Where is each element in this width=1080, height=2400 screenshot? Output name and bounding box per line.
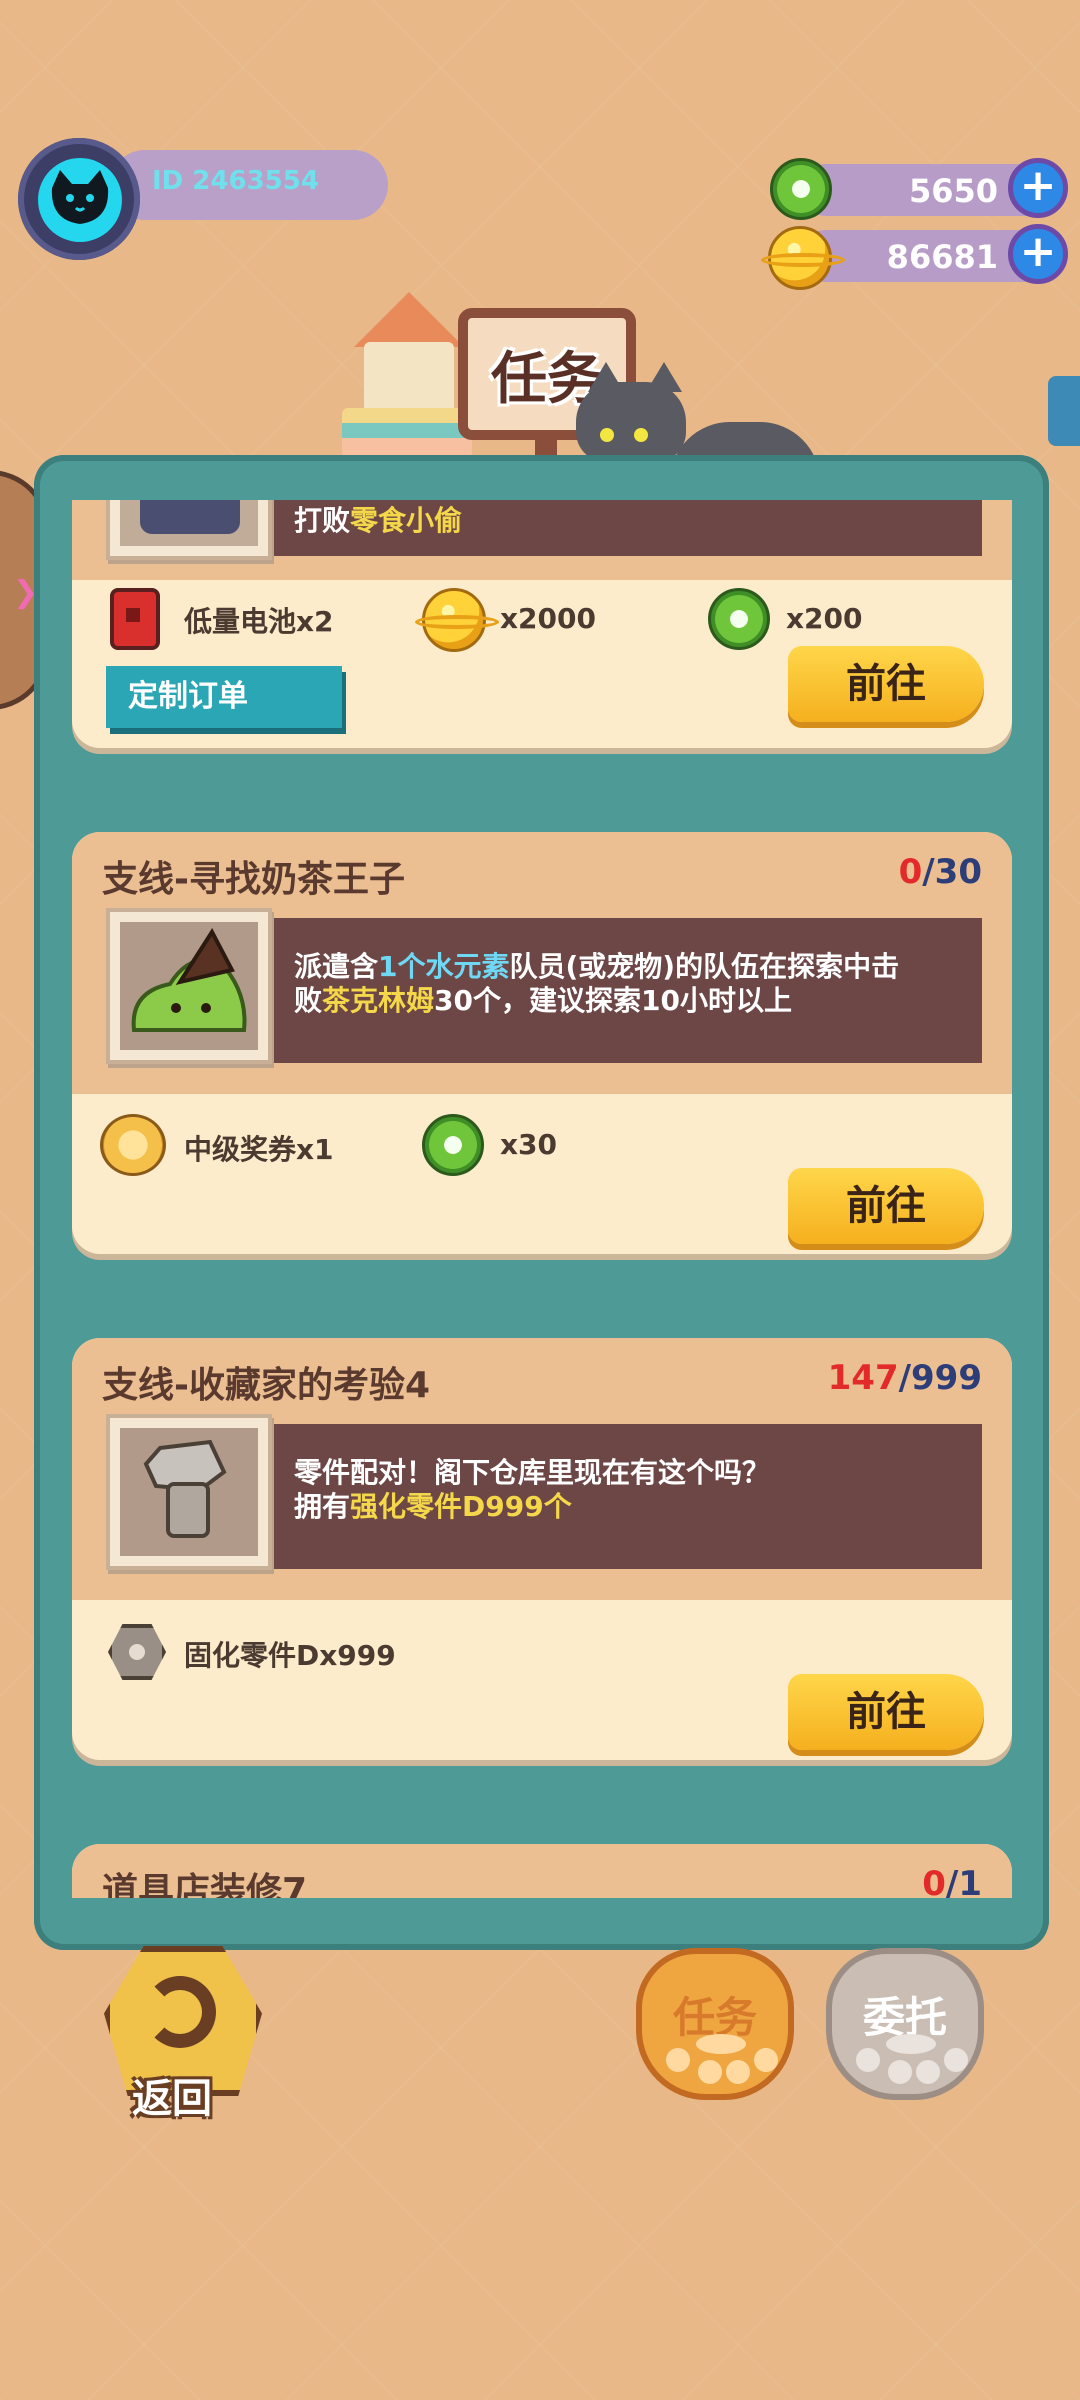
back-label: 返回 bbox=[132, 2076, 212, 2122]
thief-icon bbox=[140, 500, 240, 534]
reward-gold: x2000 bbox=[500, 602, 596, 635]
task-title: 道具店装修7 bbox=[102, 1871, 308, 1898]
task-image bbox=[106, 908, 272, 1064]
green-currency-value: 5650 bbox=[908, 172, 998, 210]
reward-part: 固化零件Dx999 bbox=[184, 1639, 396, 1672]
books-decoration bbox=[342, 408, 472, 458]
task-card: 支线-收藏家的考验4 147/999 零件配对！阁下仓库里现在有这个吗？ 拥有强… bbox=[72, 1338, 1012, 1760]
task-progress: 0/30 bbox=[898, 852, 982, 892]
battery-icon bbox=[110, 588, 160, 650]
green-donut-icon bbox=[770, 158, 832, 220]
avatar[interactable] bbox=[38, 158, 122, 242]
task-description: 零件配对！阁下仓库里现在有这个吗？ 拥有强化零件D999个 bbox=[294, 1456, 771, 1523]
nut-icon bbox=[108, 1624, 166, 1680]
go-button[interactable]: 前往 bbox=[788, 1168, 984, 1244]
task-description: 派遣含1个水元素队员(或宠物)的队伍在探索中击 败茶克林姆30个，建议探索10小… bbox=[294, 950, 900, 1017]
ticket-icon bbox=[100, 1114, 166, 1176]
back-button[interactable]: 返回 bbox=[104, 1946, 262, 2122]
back-arrow-icon bbox=[144, 1976, 216, 2048]
task-card: 支线-寻找奶茶王子 0/30 派遣含1个水元素队员(或宠物)的队伍在探索中击 败… bbox=[72, 832, 1012, 1254]
gold-planet-coin-icon bbox=[415, 588, 499, 652]
go-button[interactable]: 前往 bbox=[788, 1674, 984, 1750]
task-title: 支线-收藏家的考验4 bbox=[102, 1365, 430, 1406]
player-id: ID 2463554 bbox=[152, 166, 319, 196]
task-image bbox=[106, 500, 272, 560]
task-progress: 0/1 bbox=[922, 1864, 982, 1898]
task-card: 打败零食小偷 低量电池x2 x2000 x200 定制订单 前往 bbox=[72, 500, 1012, 748]
go-button[interactable]: 前往 bbox=[788, 646, 984, 722]
custom-order-tag: 定制订单 bbox=[106, 666, 342, 728]
tab-tasks[interactable]: 任务 bbox=[636, 1948, 794, 2100]
matcha-slime-icon bbox=[131, 928, 247, 1032]
reward-green: x200 bbox=[786, 602, 863, 635]
cat-avatar-icon bbox=[51, 170, 109, 224]
reward-battery: 低量电池x2 bbox=[184, 605, 334, 638]
reward-ticket: 中级奖券x1 bbox=[184, 1133, 334, 1166]
task-description: 打败零食小偷 bbox=[294, 504, 463, 537]
gold-planet-coin-icon bbox=[761, 226, 845, 290]
task-progress: 147/999 bbox=[827, 1358, 982, 1398]
bolt-icon bbox=[143, 1439, 227, 1538]
add-green-currency-button[interactable]: + bbox=[1008, 158, 1068, 218]
task-card: 道具店装修7 0/1 bbox=[72, 1844, 1012, 1898]
gold-currency-value: 86681 bbox=[886, 238, 998, 276]
add-gold-currency-button[interactable]: + bbox=[1008, 224, 1068, 284]
tab-commission[interactable]: 委托 bbox=[826, 1948, 984, 2100]
side-decoration bbox=[1048, 376, 1080, 446]
task-list[interactable]: 打败零食小偷 低量电池x2 x2000 x200 定制订单 前往 支线-寻找奶茶… bbox=[68, 500, 1018, 1898]
green-currency-bar: 5650 + bbox=[800, 158, 1068, 218]
task-title: 支线-寻找奶茶王子 bbox=[102, 859, 405, 900]
green-donut-icon bbox=[422, 1114, 484, 1176]
reward-green: x30 bbox=[500, 1128, 558, 1161]
green-donut-icon bbox=[708, 588, 770, 650]
task-image bbox=[106, 1414, 272, 1570]
